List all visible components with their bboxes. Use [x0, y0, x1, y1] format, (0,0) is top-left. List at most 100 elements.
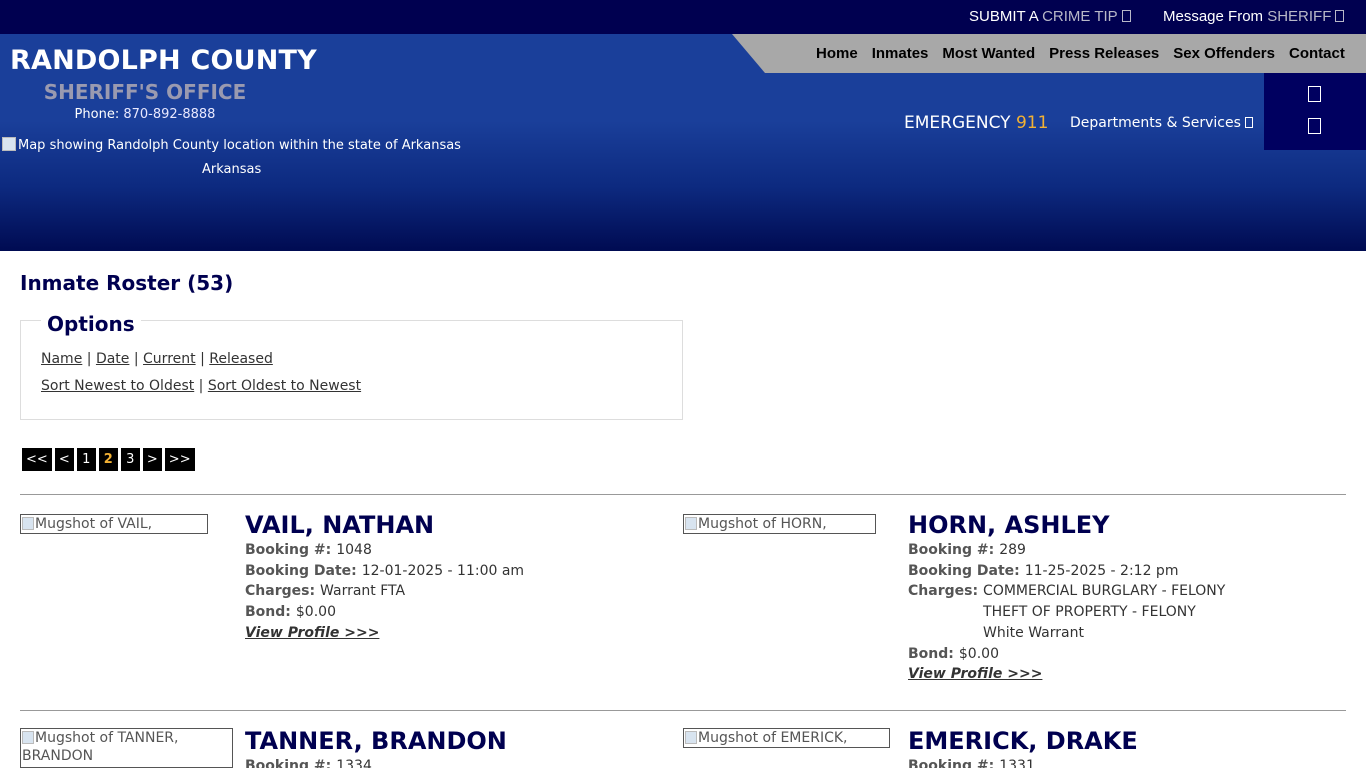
inmate-name[interactable]: HORN, ASHLEY [908, 511, 1110, 539]
nav-press-releases[interactable]: Press Releases [1049, 45, 1159, 62]
booking-number-value: 289 [999, 542, 1026, 558]
departments-label: Departments & Services [1070, 115, 1241, 131]
page-title: Inmate Roster (53) [20, 271, 234, 295]
charges-row: Charges: Warrant FTA [245, 581, 524, 602]
county-map-image: Map showing Randolph County location wit… [2, 137, 461, 153]
options-panel: Options Name | Date | Current | Released… [20, 312, 683, 420]
charge-item: Warrant FTA [320, 583, 406, 600]
nav-sex-offenders[interactable]: Sex Offenders [1173, 45, 1275, 62]
external-link-icon [1121, 10, 1131, 22]
divider [20, 494, 1346, 495]
inmate-details: Booking #: 1334 [245, 756, 372, 768]
message-prefix: Message From [1163, 8, 1264, 25]
inmate-name[interactable]: VAIL, NATHAN [245, 511, 434, 539]
message-highlight: SHERIFF [1267, 8, 1332, 25]
nav-inmates[interactable]: Inmates [872, 45, 929, 62]
page-prev[interactable]: < [54, 448, 74, 471]
booking-date-row: Booking Date: 12-01-2025 - 11:00 am [245, 561, 524, 582]
filter-current-link[interactable]: Current [143, 351, 196, 367]
charge-item: White Warrant [983, 624, 1084, 641]
header-icon-panel [1264, 73, 1366, 150]
booking-date-value: 11-25-2025 - 2:12 pm [1024, 562, 1179, 579]
page-next[interactable]: > [142, 448, 162, 471]
filter-date-link[interactable]: Date [96, 351, 129, 367]
broken-image-icon [2, 137, 16, 151]
crime-tip-prefix: SUBMIT A [969, 8, 1038, 25]
map-state-label: Arkansas [202, 162, 262, 177]
view-profile-link[interactable]: View Profile >>> [908, 666, 1042, 682]
broken-image-icon [22, 517, 34, 530]
filter-name-link[interactable]: Name [41, 351, 82, 367]
page-1[interactable]: 1 [76, 448, 96, 471]
broken-image-icon [685, 517, 697, 530]
booking-date-value: 12-01-2025 - 11:00 am [361, 562, 525, 579]
sheriff-message-link[interactable]: Message From SHERIFF [1163, 8, 1345, 25]
site-header: RANDOLPH COUNTY SHERIFF'S OFFICE Phone: … [0, 34, 1366, 251]
booking-number-row: Booking #: 1331 [908, 756, 1035, 768]
bond-row: Bond: $0.00 [908, 644, 1225, 665]
charges-label: Charges: [245, 583, 316, 600]
top-utility-bar: SUBMIT A CRIME TIP Message From SHERIFF [0, 0, 1366, 34]
inmate-details: Booking #: 1331 [908, 756, 1035, 768]
page-2-current[interactable]: 2 [98, 448, 118, 471]
pagination: << < 1 2 3 > >> [22, 448, 195, 471]
mugshot-image[interactable]: Mugshot of TANNER, BRANDON [20, 728, 233, 768]
phone-label: Phone: [74, 107, 120, 122]
sort-links: Sort Newest to Oldest | Sort Oldest to N… [41, 378, 362, 394]
main-nav: Home Inmates Most Wanted Press Releases … [816, 45, 1359, 62]
mugshot-alt: Mugshot of TANNER, BRANDON [22, 730, 179, 764]
nav-home[interactable]: Home [816, 45, 858, 62]
mugshot-image[interactable]: Mugshot of HORN, ASHLEY [683, 514, 876, 534]
divider [20, 710, 1346, 711]
bond-value: $0.00 [958, 645, 999, 662]
nav-most-wanted[interactable]: Most Wanted [942, 45, 1035, 62]
page-3[interactable]: 3 [120, 448, 140, 471]
bond-label: Bond: [908, 645, 954, 662]
booking-number-value: 1331 [999, 758, 1035, 768]
search-icon[interactable] [1308, 86, 1321, 102]
booking-number-label: Booking #: [245, 542, 332, 558]
map-alt-text: Map showing Randolph County location wit… [18, 138, 461, 153]
booking-number-row: Booking #: 1334 [245, 756, 372, 768]
menu-icon[interactable] [1308, 118, 1321, 134]
charges-row: Charges: COMMERCIAL BURGLARY - FELONY TH… [908, 581, 1225, 643]
charges-label: Charges: [908, 583, 979, 600]
booking-number-row: Booking #: 289 [908, 540, 1225, 561]
emergency-number[interactable]: 911 [1016, 113, 1048, 133]
booking-number-value: 1048 [336, 542, 372, 558]
filter-released-link[interactable]: Released [209, 351, 273, 367]
page-first[interactable]: << [22, 448, 52, 471]
inmate-details: Booking #: 1048 Booking Date: 12-01-2025 -… [245, 540, 524, 644]
filter-links: Name | Date | Current | Released [41, 351, 273, 367]
page-last[interactable]: >> [164, 448, 195, 471]
inmate-details: Booking #: 289 Booking Date: 11-25-2025 - … [908, 540, 1225, 685]
departments-dropdown[interactable]: Departments & Services [1070, 115, 1253, 131]
booking-number-value: 1334 [336, 758, 372, 768]
chevron-down-icon [1244, 117, 1253, 128]
crime-tip-highlight: CRIME TIP [1042, 8, 1118, 25]
broken-image-icon [22, 731, 34, 744]
crime-tip-link[interactable]: SUBMIT A CRIME TIP [969, 8, 1131, 25]
mugshot-alt: Mugshot of EMERICK, DRAKE [698, 730, 848, 746]
mugshot-image[interactable]: Mugshot of EMERICK, DRAKE [683, 728, 890, 748]
charge-item: THEFT OF PROPERTY - FELONY [983, 604, 1196, 621]
site-title[interactable]: RANDOLPH COUNTY [10, 45, 317, 76]
phone-number[interactable]: 870-892-8888 [123, 107, 215, 122]
sort-newest-link[interactable]: Sort Newest to Oldest [41, 378, 194, 394]
mugshot-alt: Mugshot of VAIL, NATHAN [35, 516, 153, 532]
mugshot-alt: Mugshot of HORN, ASHLEY [698, 516, 827, 532]
booking-number-label: Booking #: [908, 758, 995, 768]
mugshot-image[interactable]: Mugshot of VAIL, NATHAN [20, 514, 208, 534]
phone-line: Phone: 870-892-8888 [0, 107, 290, 122]
view-profile-link[interactable]: View Profile >>> [245, 625, 379, 641]
inmate-name[interactable]: EMERICK, DRAKE [908, 727, 1138, 755]
nav-contact[interactable]: Contact [1289, 45, 1345, 62]
inmate-name[interactable]: TANNER, BRANDON [245, 727, 507, 755]
booking-date-label: Booking Date: [908, 562, 1020, 579]
external-link-icon [1335, 10, 1345, 22]
emergency-line: EMERGENCY 911 [904, 113, 1048, 133]
site-subtitle: SHERIFF'S OFFICE [43, 80, 247, 104]
charge-item: COMMERCIAL BURGLARY - FELONY [983, 583, 1226, 600]
booking-number-label: Booking #: [908, 542, 995, 558]
sort-oldest-link[interactable]: Sort Oldest to Newest [208, 378, 361, 394]
